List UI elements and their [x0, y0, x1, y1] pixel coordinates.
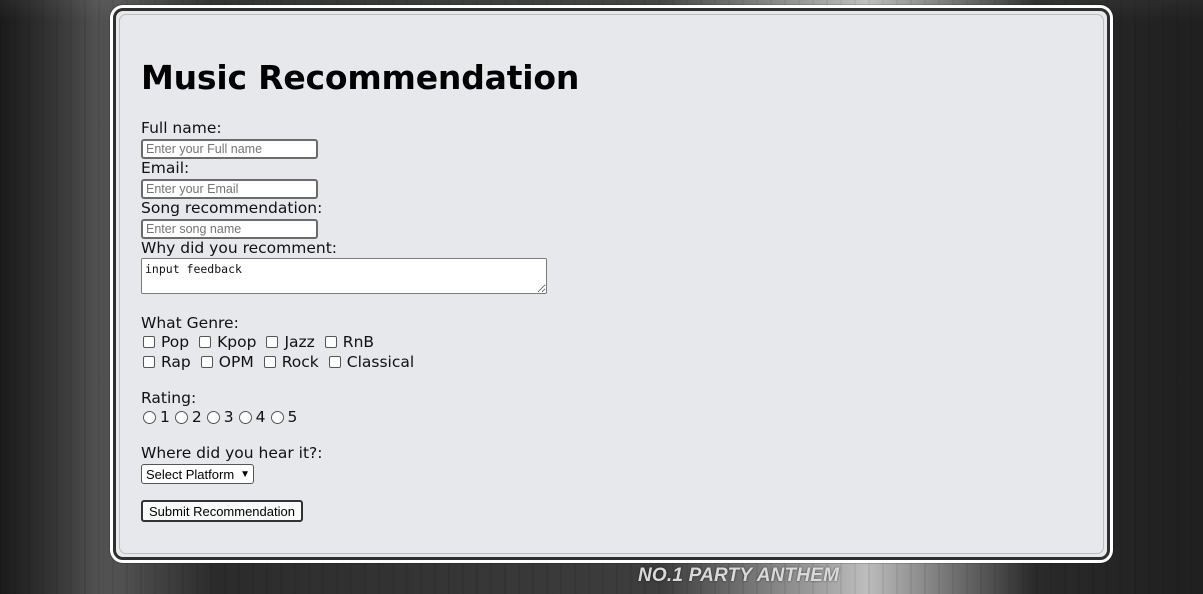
genre-checkbox-opm[interactable] [200, 356, 213, 368]
rating-radio-1[interactable] [143, 410, 156, 424]
rating-label: Rating: [141, 389, 197, 407]
rating-label-1: 1 [160, 408, 170, 426]
genre-row-2: Rap OPM Rock Classical [143, 353, 424, 371]
rating-label-3: 3 [223, 408, 234, 426]
email-input[interactable] [141, 179, 318, 199]
rating-radio-2[interactable] [174, 410, 188, 424]
platform-select-value: Select Platform [146, 466, 235, 482]
genre-label-rap: Rap [161, 353, 191, 371]
page-title: Music Recommendation [141, 58, 580, 97]
rating-radio-3[interactable] [206, 410, 220, 424]
genre-checkbox-classical[interactable] [328, 356, 341, 368]
rating-radio-4[interactable] [238, 410, 252, 424]
genre-checkbox-rnb[interactable] [324, 336, 337, 348]
genre-row-1: Pop Kpop Jazz RnB [143, 333, 384, 351]
genre-label-pop: Pop [161, 333, 190, 351]
song-input[interactable] [141, 219, 318, 239]
full-name-input[interactable] [141, 139, 318, 159]
genre-checkbox-rock[interactable] [263, 356, 276, 368]
genre-label-jazz: Jazz [284, 333, 315, 351]
genre-checkbox-jazz[interactable] [266, 336, 279, 348]
submit-recommendation-button[interactable]: Submit Recommendation [141, 500, 303, 522]
platform-select[interactable]: Select Platform ▼ [141, 464, 254, 484]
platform-label: Where did you hear it?: [141, 444, 323, 462]
rating-label-4: 4 [255, 408, 266, 426]
chevron-down-icon: ▼ [240, 468, 250, 480]
genre-label-opm: OPM [218, 353, 254, 371]
genre-label-kpop: Kpop [217, 333, 257, 351]
genre-label-classical: Classical [346, 353, 415, 371]
why-textarea[interactable]: input feedback [141, 258, 547, 294]
rating-label-2: 2 [191, 408, 202, 426]
genre-label-rnb: RnB [342, 333, 375, 351]
rating-radio-5[interactable] [270, 410, 284, 424]
genre-checkbox-pop[interactable] [143, 336, 155, 348]
genre-label: What Genre: [141, 314, 239, 332]
rating-label-5: 5 [287, 408, 298, 426]
background-poster-text: NO.1 PARTY ANTHEM [638, 565, 840, 586]
why-label: Why did you recomment: [141, 239, 337, 257]
full-name-label: Full name: [141, 119, 222, 137]
genre-label-rock: Rock [281, 353, 319, 371]
song-label: Song recommendation: [141, 199, 323, 217]
rating-options: 1 2 3 4 5 [143, 408, 302, 426]
genre-checkbox-rap[interactable] [143, 356, 155, 368]
email-label: Email: [141, 159, 190, 177]
recommendation-form-card: Music Recommendation Full name: Email: S… [113, 8, 1110, 560]
genre-checkbox-kpop[interactable] [199, 336, 212, 348]
